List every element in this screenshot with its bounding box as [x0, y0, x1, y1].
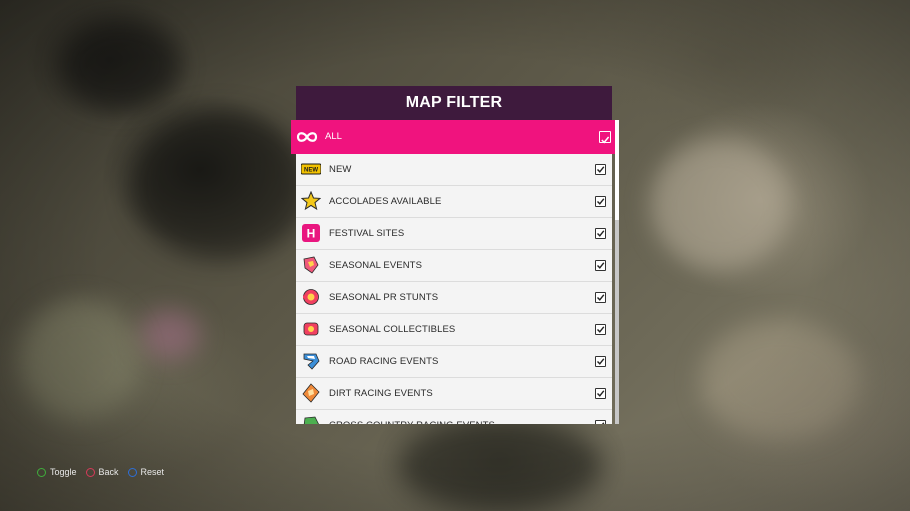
filter-row-festival-sites[interactable]: H FESTIVAL SITES — [296, 218, 612, 250]
checkbox-checked[interactable] — [595, 324, 606, 335]
filter-row-seasonal-collectibles[interactable]: SEASONAL COLLECTIBLES — [296, 314, 612, 346]
b-button-icon — [85, 467, 95, 477]
filter-row-new[interactable]: NEW NEW — [296, 154, 612, 186]
checkbox-checked[interactable] — [595, 388, 606, 399]
checkbox-checked[interactable] — [595, 420, 606, 424]
filter-row-seasonal-events[interactable]: SEASONAL EVENTS — [296, 250, 612, 282]
filter-row-all-selected[interactable]: ALL — [291, 120, 615, 154]
filter-label: ACCOLADES AVAILABLE — [329, 196, 442, 207]
checkbox-checked[interactable] — [595, 228, 606, 239]
dirt-racing-icon — [301, 383, 321, 403]
filter-label: NEW — [329, 164, 352, 175]
new-badge-text: NEW — [304, 168, 318, 174]
seasonal-collectible-icon — [301, 319, 321, 339]
filter-label: SEASONAL EVENTS — [329, 260, 423, 271]
festival-h-icon: H — [301, 223, 321, 243]
filter-label: CROSS COUNTRY RACING EVENTS — [329, 410, 495, 424]
panel-header: MAP FILTER — [296, 86, 612, 120]
infinity-icon — [295, 127, 319, 147]
checkbox-checked[interactable] — [595, 356, 606, 367]
checkbox-checked[interactable] — [595, 260, 606, 271]
checkbox-checked[interactable] — [599, 131, 611, 144]
hint-label: Toggle — [50, 467, 77, 477]
star-icon — [300, 190, 322, 211]
filter-label: FESTIVAL SITES — [329, 228, 405, 239]
list-scrollbar[interactable] — [615, 120, 619, 424]
controller-hints: Toggle Back Reset — [37, 467, 164, 477]
filter-label-all: ALL — [325, 131, 342, 142]
panel-title: MAP FILTER — [405, 94, 503, 111]
filter-row-accolades[interactable]: ACCOLADES AVAILABLE — [296, 186, 612, 218]
hint-back[interactable]: Back — [85, 467, 119, 477]
scrollbar-thumb[interactable] — [615, 120, 619, 220]
hint-label: Reset — [140, 467, 165, 477]
checkbox-checked[interactable] — [595, 164, 606, 175]
seasonal-event-icon — [301, 255, 321, 275]
filter-label: DIRT RACING EVENTS — [329, 388, 433, 399]
filter-list[interactable]: NEW NEW ACCOLADES AVAILABLE H FESTIVAL S… — [296, 120, 612, 424]
festival-letter: H — [307, 227, 316, 241]
hint-label: Back — [98, 467, 119, 477]
filter-row-seasonal-pr-stunts[interactable]: SEASONAL PR STUNTS — [296, 282, 612, 314]
cross-country-icon — [301, 415, 321, 424]
filter-row-dirt-racing[interactable]: DIRT RACING EVENTS — [296, 378, 612, 410]
checkbox-checked[interactable] — [595, 196, 606, 207]
seasonal-pr-stunt-icon — [301, 287, 321, 307]
filter-row-road-racing[interactable]: ROAD RACING EVENTS — [296, 346, 612, 378]
filter-label: SEASONAL COLLECTIBLES — [329, 324, 456, 335]
filter-label: ROAD RACING EVENTS — [329, 356, 439, 367]
x-button-icon — [127, 467, 137, 477]
hint-reset[interactable]: Reset — [127, 467, 165, 477]
filter-label: SEASONAL PR STUNTS — [329, 292, 439, 303]
road-racing-icon — [301, 351, 321, 371]
filter-row-cross-country[interactable]: CROSS COUNTRY RACING EVENTS — [296, 410, 612, 424]
checkbox-checked[interactable] — [595, 292, 606, 303]
new-badge-icon: NEW — [300, 159, 322, 179]
a-button-icon — [37, 467, 46, 477]
hint-toggle[interactable]: Toggle — [37, 467, 77, 477]
